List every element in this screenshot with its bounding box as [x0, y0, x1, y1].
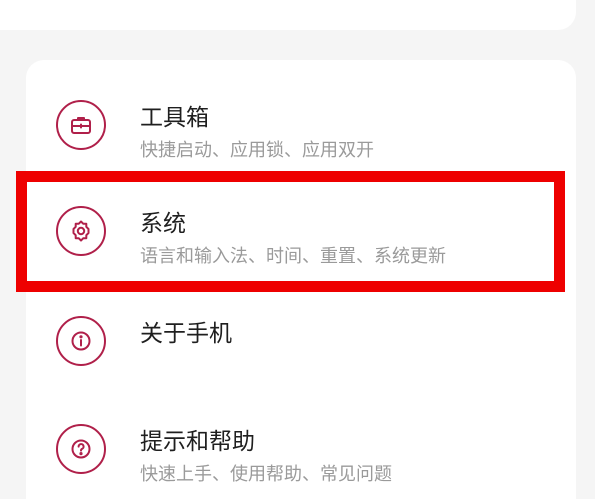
settings-item-title: 关于手机 [140, 321, 232, 347]
gear-icon [56, 206, 106, 256]
info-icon [56, 316, 106, 366]
settings-item-system[interactable]: 系统 语言和输入法、时间、重置、系统更新 [26, 180, 576, 284]
settings-item-toolbox[interactable]: 工具箱 快捷启动、应用锁、应用双开 [26, 74, 576, 178]
toolbox-icon [56, 100, 106, 150]
settings-item-tips-help[interactable]: 提示和帮助 快速上手、使用帮助、常见问题 [26, 398, 576, 499]
settings-item-title: 提示和帮助 [140, 429, 255, 455]
settings-item-about-phone[interactable]: 关于手机 [26, 290, 576, 394]
settings-item-title: 工具箱 [140, 105, 209, 131]
settings-item-subtitle: 快速上手、使用帮助、常见问题 [140, 464, 392, 485]
settings-item-title: 系统 [140, 211, 186, 237]
settings-screen: 工具箱 快捷启动、应用锁、应用双开 系统 语言和输入法、时间、重置、系统更新 关… [0, 0, 595, 499]
help-icon [56, 424, 106, 474]
previous-settings-card [0, 0, 576, 30]
settings-item-subtitle: 快捷启动、应用锁、应用双开 [140, 140, 374, 161]
settings-item-subtitle: 语言和输入法、时间、重置、系统更新 [140, 246, 446, 267]
